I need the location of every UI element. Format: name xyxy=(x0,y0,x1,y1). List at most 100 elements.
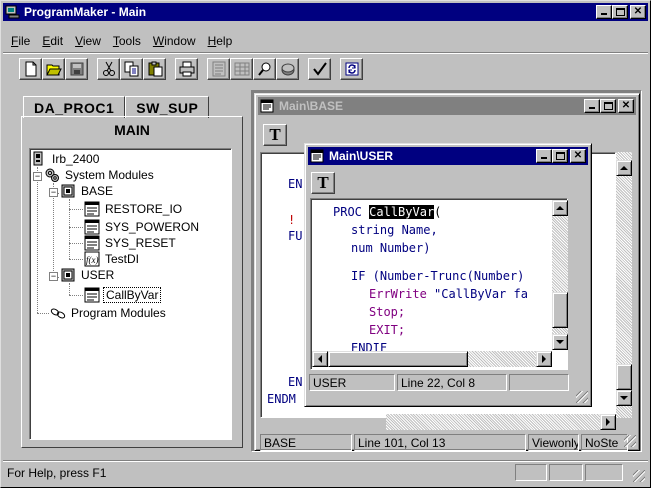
tree-label: Program Modules xyxy=(71,306,166,320)
user-title-bar[interactable]: Main\USER ✕ xyxy=(308,147,588,165)
save-button[interactable] xyxy=(65,58,88,80)
base-text-mode-button[interactable]: T xyxy=(263,124,287,146)
menu-view[interactable]: View xyxy=(69,32,107,50)
refresh-button[interactable] xyxy=(340,58,363,80)
tree-node-system-modules[interactable]: System Modules xyxy=(44,167,156,183)
tree-label: USER xyxy=(81,268,115,282)
document-icon xyxy=(310,149,326,163)
code-line: EXIT; xyxy=(369,323,406,337)
scroll-thumb[interactable] xyxy=(552,292,568,328)
resize-grip[interactable] xyxy=(576,391,588,403)
tree-node-testdi[interactable]: f(x) TestDI xyxy=(84,251,141,267)
tab-main[interactable]: MAIN xyxy=(22,117,242,142)
scroll-right-button[interactable] xyxy=(600,414,616,430)
tree-node-sys-poweron[interactable]: SYS_POWERON xyxy=(84,219,201,235)
close-icon: ✕ xyxy=(621,100,631,111)
user-minimize-button[interactable] xyxy=(536,149,552,163)
status-panel-1 xyxy=(515,464,547,481)
scroll-down-button[interactable] xyxy=(616,390,632,406)
collapse-toggle[interactable]: − xyxy=(49,188,58,197)
module-tree[interactable]: Irb_2400 − System Modules − BASE RESTORE… xyxy=(29,148,232,440)
routine-icon xyxy=(84,201,100,217)
user-maximize-button[interactable] xyxy=(552,149,568,163)
status-panel-2 xyxy=(549,464,583,481)
right-arrow-icon xyxy=(542,355,546,363)
app-resize-grip[interactable] xyxy=(633,470,645,482)
tree-node-base[interactable]: BASE xyxy=(60,183,115,199)
disc-button[interactable] xyxy=(276,58,299,80)
check-button[interactable] xyxy=(308,58,331,80)
tree-label: CallByVar xyxy=(103,287,162,303)
code-selection: CallByVar xyxy=(369,205,435,219)
tree-node-callbyvar[interactable]: CallByVar xyxy=(84,287,162,303)
scroll-up-button[interactable] xyxy=(616,160,632,176)
menu-file-label: ile xyxy=(18,34,31,48)
new-file-button[interactable] xyxy=(19,58,42,80)
gears-icon xyxy=(45,168,59,182)
close-icon: ✕ xyxy=(573,150,583,161)
menu-file[interactable]: File xyxy=(5,32,36,50)
user-editor-window[interactable]: Main\USER ✕ T PROC CallByVar( string Nam… xyxy=(304,143,592,407)
menu-edit-label: dit xyxy=(50,34,64,48)
scroll-thumb[interactable] xyxy=(328,351,468,367)
tree-label: SYS_RESET xyxy=(105,236,176,250)
tree-node-program-modules[interactable]: Program Modules xyxy=(50,305,168,321)
copy-button[interactable] xyxy=(120,58,143,80)
code-line-errwrite: ErrWrite "CallByVar fa xyxy=(369,285,528,303)
tree-node-restore-io[interactable]: RESTORE_IO xyxy=(84,201,184,217)
code-keyword: IF xyxy=(351,269,366,283)
tab-sw-sup[interactable]: SW_SUP xyxy=(125,96,210,118)
table-view-button[interactable] xyxy=(230,58,253,80)
scroll-right-button[interactable] xyxy=(536,351,552,367)
collapse-toggle[interactable]: − xyxy=(33,172,42,181)
menu-window[interactable]: Window xyxy=(147,32,202,50)
user-close-button[interactable]: ✕ xyxy=(570,149,586,163)
tree-line xyxy=(37,167,38,313)
base-horizontal-scrollbar[interactable] xyxy=(386,414,616,430)
menu-tools[interactable]: Tools xyxy=(107,32,147,50)
text-view-button[interactable] xyxy=(207,58,230,80)
print-button[interactable] xyxy=(175,58,198,80)
tree-node-user[interactable]: USER xyxy=(60,267,116,283)
main-title-bar[interactable]: ProgramMaker - Main ✕ xyxy=(3,3,648,21)
user-horizontal-scrollbar[interactable] xyxy=(312,351,552,367)
menu-edit[interactable]: Edit xyxy=(36,32,69,50)
menu-help[interactable]: Help xyxy=(202,32,239,50)
base-title-bar[interactable]: Main\BASE ✕ xyxy=(258,97,636,115)
user-title: Main\USER xyxy=(329,149,394,163)
maximize-button[interactable] xyxy=(612,5,628,19)
user-vertical-scrollbar[interactable] xyxy=(552,200,568,350)
base-maximize-button[interactable] xyxy=(600,99,616,113)
minimize-button[interactable] xyxy=(596,5,612,19)
code-line-if: IF (Number-Trunc(Number) xyxy=(351,267,524,285)
user-code-editor[interactable]: PROC CallByVar( string Name, num Number)… xyxy=(310,198,568,370)
open-button[interactable] xyxy=(42,58,65,80)
scroll-left-button[interactable] xyxy=(312,351,328,367)
paste-button[interactable] xyxy=(143,58,166,80)
scroll-up-button[interactable] xyxy=(552,200,568,216)
tree-node-robot[interactable]: Irb_2400 xyxy=(31,151,101,167)
scroll-thumb[interactable] xyxy=(616,364,632,390)
status-help-text: For Help, press F1 xyxy=(7,466,107,480)
user-text-mode-button[interactable]: T xyxy=(311,172,335,194)
down-arrow-icon xyxy=(620,396,628,400)
maximize-icon xyxy=(556,152,565,160)
base-vertical-scrollbar[interactable] xyxy=(616,152,632,418)
open-folder-icon xyxy=(45,64,62,76)
find-button[interactable] xyxy=(253,58,276,80)
cut-icon xyxy=(102,61,115,76)
cut-button[interactable] xyxy=(97,58,120,80)
close-button[interactable]: ✕ xyxy=(630,5,646,19)
tree-line xyxy=(69,199,70,259)
tree-node-sys-reset[interactable]: SYS_RESET xyxy=(84,235,178,251)
find-icon xyxy=(257,62,270,76)
maximize-icon xyxy=(604,102,613,110)
tab-da-proc1[interactable]: DA_PROC1 xyxy=(23,96,126,118)
resize-grip[interactable] xyxy=(624,435,636,447)
base-minimize-button[interactable] xyxy=(584,99,600,113)
collapse-toggle[interactable]: − xyxy=(49,272,58,281)
tree-line xyxy=(69,295,83,296)
scroll-down-button[interactable] xyxy=(552,334,568,350)
base-close-button[interactable]: ✕ xyxy=(618,99,634,113)
disc-icon xyxy=(281,63,294,76)
